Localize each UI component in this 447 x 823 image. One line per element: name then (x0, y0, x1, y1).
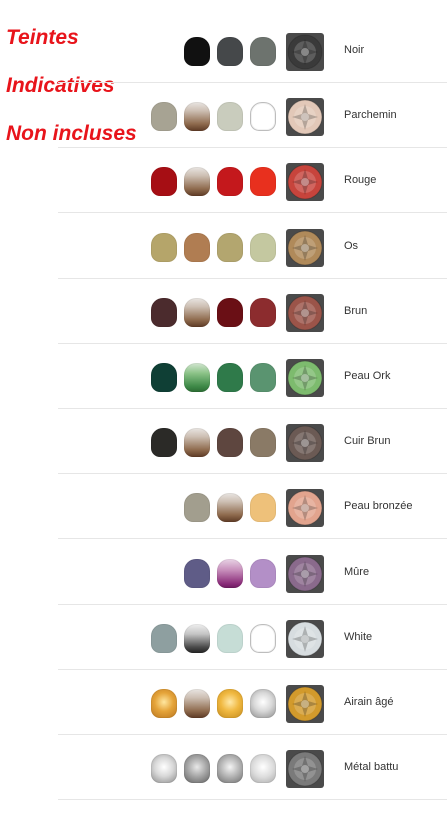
paint-pot-icon (151, 689, 177, 718)
paint-pot-icon (217, 559, 243, 588)
miniature-thumbnail-icon (286, 685, 324, 723)
paint-pot-icon (250, 37, 276, 66)
paint-scheme-label: Peau Ork (344, 370, 391, 382)
paint-row: Parchemin (0, 83, 447, 148)
paint-pot-icon (217, 428, 243, 457)
paint-scheme-label: Peau bronzée (344, 500, 413, 512)
miniature-thumbnail-icon (286, 294, 324, 332)
paint-row: Brun (0, 279, 447, 344)
paint-row: White (0, 605, 447, 670)
paint-pot-icon (250, 493, 276, 522)
paint-scheme-label: Airain âgé (344, 696, 394, 708)
miniature-thumbnail-icon (286, 489, 324, 527)
paint-pot-icon (184, 363, 210, 392)
paint-pot-icon (250, 167, 276, 196)
paint-pot-icon (217, 754, 243, 783)
row-divider (58, 799, 447, 800)
paint-pot-icon (151, 428, 177, 457)
paint-row: Rouge (0, 148, 447, 213)
paint-pot-icon (250, 754, 276, 783)
paint-pot-icon (217, 689, 243, 718)
paint-pot-icon (217, 298, 243, 327)
miniature-thumbnail-icon (286, 424, 324, 462)
paint-pot-icon (250, 298, 276, 327)
paint-pot-icon (151, 102, 177, 131)
paint-pot-icon (151, 167, 177, 196)
paint-pot-icon (151, 363, 177, 392)
paint-pot-icon (184, 167, 210, 196)
paint-scheme-label: Parchemin (344, 109, 397, 121)
paint-pot-icon (250, 624, 276, 653)
paint-scheme-label: White (344, 631, 373, 643)
paint-pot-icon (217, 233, 243, 262)
miniature-thumbnail-icon (286, 163, 324, 201)
paint-scheme-label: Os (344, 240, 359, 252)
miniature-thumbnail-icon (286, 555, 324, 593)
paint-pot-icon (250, 428, 276, 457)
paint-pot-icon (217, 167, 243, 196)
paint-pot-icon (184, 624, 210, 653)
miniature-thumbnail-icon (286, 359, 324, 397)
paint-row: Cuir Brun (0, 409, 447, 474)
paint-scheme-label: Métal battu (344, 761, 399, 773)
paint-pot-icon (250, 102, 276, 131)
row-divider (58, 212, 447, 213)
paint-pot-icon (217, 363, 243, 392)
paint-pot-icon (151, 298, 177, 327)
paint-row: Peau bronzée (0, 474, 447, 539)
paint-pot-icon (184, 233, 210, 262)
paint-row: Airain âgé (0, 670, 447, 735)
paint-pot-icon (217, 102, 243, 131)
paint-pot-icon (217, 493, 243, 522)
miniature-thumbnail-icon (286, 620, 324, 658)
paint-pot-icon (184, 754, 210, 783)
paint-pot-icon (250, 363, 276, 392)
miniature-thumbnail-icon (286, 33, 324, 71)
paint-pot-icon (184, 428, 210, 457)
paint-pot-icon (184, 689, 210, 718)
miniature-thumbnail-icon (286, 750, 324, 788)
paint-scheme-label: Brun (344, 305, 368, 317)
paint-pot-icon (184, 102, 210, 131)
paint-pot-icon (184, 37, 210, 66)
paint-pot-icon (250, 233, 276, 262)
paint-pot-icon (184, 493, 210, 522)
paint-pot-icon (184, 559, 210, 588)
paint-row: Noir (0, 18, 447, 83)
paint-pot-icon (151, 624, 177, 653)
paint-pot-icon (250, 559, 276, 588)
paint-row: Mûre (0, 540, 447, 605)
paint-row: Os (0, 214, 447, 279)
paint-scheme-label: Rouge (344, 174, 377, 186)
paint-pot-icon (184, 298, 210, 327)
miniature-thumbnail-icon (286, 98, 324, 136)
paint-pot-icon (217, 37, 243, 66)
row-divider (58, 538, 447, 539)
paint-pot-icon (151, 233, 177, 262)
paint-pot-icon (217, 624, 243, 653)
paint-pot-icon (151, 754, 177, 783)
paint-row: Peau Ork (0, 344, 447, 409)
miniature-thumbnail-icon (286, 229, 324, 267)
paint-scheme-label: Mûre (344, 566, 370, 578)
paint-scheme-label: Cuir Brun (344, 435, 391, 447)
paint-scheme-label: Noir (344, 44, 365, 56)
paint-row: Métal battu (0, 735, 447, 800)
paint-pot-icon (250, 689, 276, 718)
